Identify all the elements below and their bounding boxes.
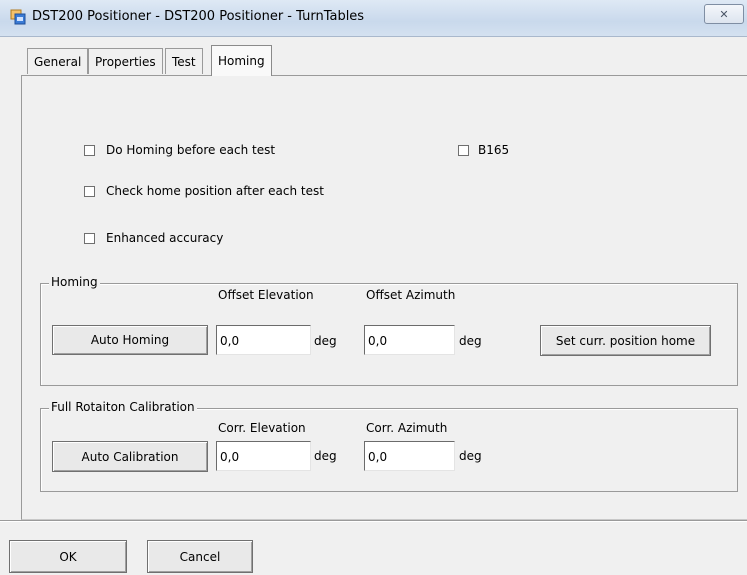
check-home-label: Check home position after each test [106,184,324,198]
checkbox-box[interactable] [84,144,95,156]
ok-button[interactable]: OK [9,540,127,573]
window-title: DST200 Positioner - DST200 Positioner - … [32,9,365,24]
offset-azimuth-unit: deg [459,334,482,348]
offset-elevation-label: Offset Elevation [218,288,314,302]
tab-homing[interactable]: Homing [211,45,272,76]
offset-elevation-unit: deg [314,334,337,348]
auto-homing-button[interactable]: Auto Homing [52,325,208,355]
homing-group-title: Homing [49,275,100,289]
close-icon: ✕ [719,7,729,21]
footer-separator [0,520,747,522]
corr-azimuth-unit: deg [459,449,482,463]
auto-calibration-button[interactable]: Auto Calibration [52,441,208,472]
offset-azimuth-label: Offset Azimuth [366,288,456,302]
tab-general[interactable]: General [27,48,89,74]
app-icon [10,9,26,25]
close-button[interactable]: ✕ [704,4,744,24]
cancel-button[interactable]: Cancel [147,540,253,573]
tab-properties[interactable]: Properties [88,48,163,74]
enhanced-accuracy-checkbox[interactable]: Enhanced accuracy [84,231,223,245]
checkbox-box[interactable] [84,232,95,244]
corr-elevation-unit: deg [314,449,337,463]
calibration-group-title: Full Rotaiton Calibration [49,400,197,414]
do-homing-checkbox[interactable]: Do Homing before each test [84,143,275,157]
offset-azimuth-field[interactable] [364,325,455,355]
offset-elevation-field[interactable] [216,325,311,355]
b165-checkbox[interactable]: B165 [458,143,509,157]
checkbox-box[interactable] [84,185,95,197]
b165-label: B165 [478,143,510,157]
tab-test[interactable]: Test [165,48,203,74]
title-bar[interactable]: DST200 Positioner - DST200 Positioner - … [0,0,747,37]
enhanced-accuracy-label: Enhanced accuracy [106,231,224,245]
corr-azimuth-field[interactable] [364,441,455,471]
corr-elevation-field[interactable] [216,441,311,471]
corr-azimuth-label: Corr. Azimuth [366,421,448,435]
checkbox-box[interactable] [458,144,469,156]
do-homing-label: Do Homing before each test [106,143,276,157]
set-home-button[interactable]: Set curr. position home [540,325,711,356]
corr-elevation-label: Corr. Elevation [218,421,306,435]
check-home-checkbox[interactable]: Check home position after each test [84,184,324,198]
